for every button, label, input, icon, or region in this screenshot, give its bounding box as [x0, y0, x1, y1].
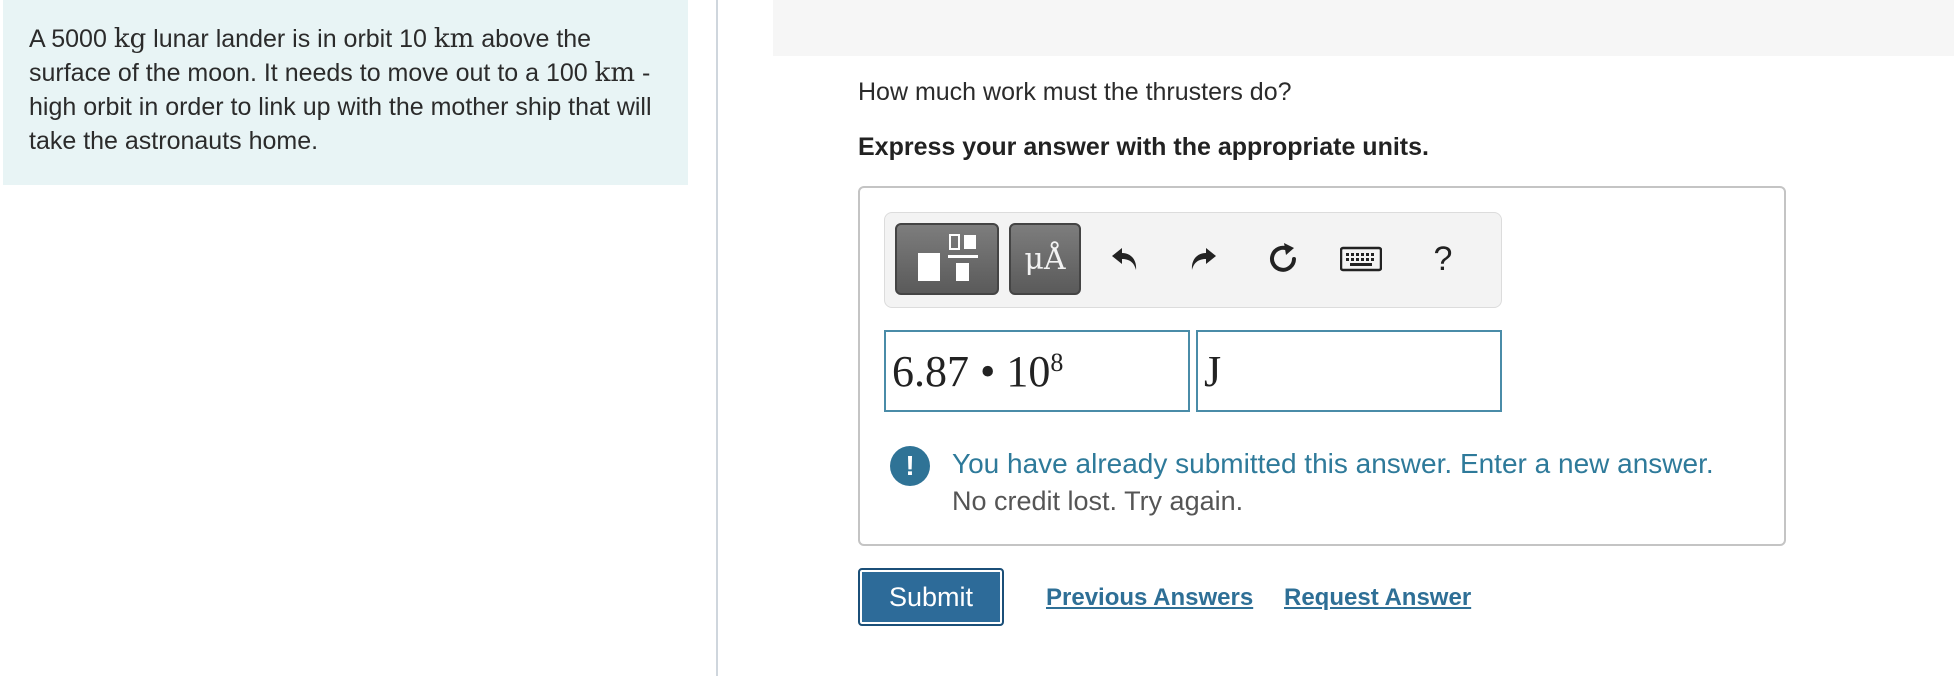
keyboard-button[interactable]	[1333, 227, 1389, 291]
templates-icon	[918, 234, 978, 281]
feedback-main-text: You have already submitted this answer. …	[952, 448, 1714, 479]
redo-button[interactable]	[1175, 227, 1231, 291]
problem-text: A 5000 kg lunar lander is in orbit 10 km…	[29, 22, 669, 158]
answer-value-field[interactable]: 6.87 • 10 8	[884, 330, 1190, 412]
keyboard-icon	[1340, 246, 1382, 272]
pane-divider	[716, 0, 718, 676]
request-answer-link[interactable]: Request Answer	[1284, 584, 1471, 612]
problem-statement-panel: A 5000 kg lunar lander is in orbit 10 km…	[3, 0, 688, 185]
feedback-detail-text: No credit lost. Try again.	[952, 486, 1244, 516]
reset-button[interactable]	[1255, 227, 1311, 291]
unit-km: km	[433, 24, 475, 54]
page: A 5000 kg lunar lander is in orbit 10 km…	[0, 0, 1954, 676]
reset-icon	[1270, 243, 1296, 272]
undo-button[interactable]	[1097, 227, 1153, 291]
help-button[interactable]: ?	[1415, 227, 1471, 291]
undo-icon	[1112, 248, 1137, 270]
submit-button[interactable]: Submit	[858, 568, 1004, 626]
units-button[interactable]: μÅ	[1009, 223, 1081, 295]
problem-text-part: lunar lander is in orbit 10	[146, 25, 434, 53]
problem-text-part: A 5000	[29, 25, 114, 53]
redo-icon	[1191, 248, 1216, 270]
unit-km: km	[594, 58, 636, 88]
answer-box: μÅ ? 6.87 • 10 8 J ! You have already su…	[858, 186, 1786, 546]
unit-kg: kg	[113, 24, 147, 54]
answer-unit-value: J	[1204, 346, 1222, 396]
answer-unit-field[interactable]: J	[1196, 330, 1502, 412]
alert-icon: !	[890, 446, 930, 486]
header-strip	[773, 0, 1954, 56]
instruction-text: Express your answer with the appropriate…	[858, 133, 1429, 161]
answer-value-exponent: 8	[1050, 348, 1064, 377]
previous-answers-link[interactable]: Previous Answers	[1046, 584, 1253, 612]
templates-button[interactable]	[895, 223, 999, 295]
answer-value-mantissa: 6.87 • 10	[892, 346, 1051, 396]
question-text: How much work must the thrusters do?	[858, 78, 1292, 106]
math-toolbar: μÅ ?	[884, 212, 1502, 308]
